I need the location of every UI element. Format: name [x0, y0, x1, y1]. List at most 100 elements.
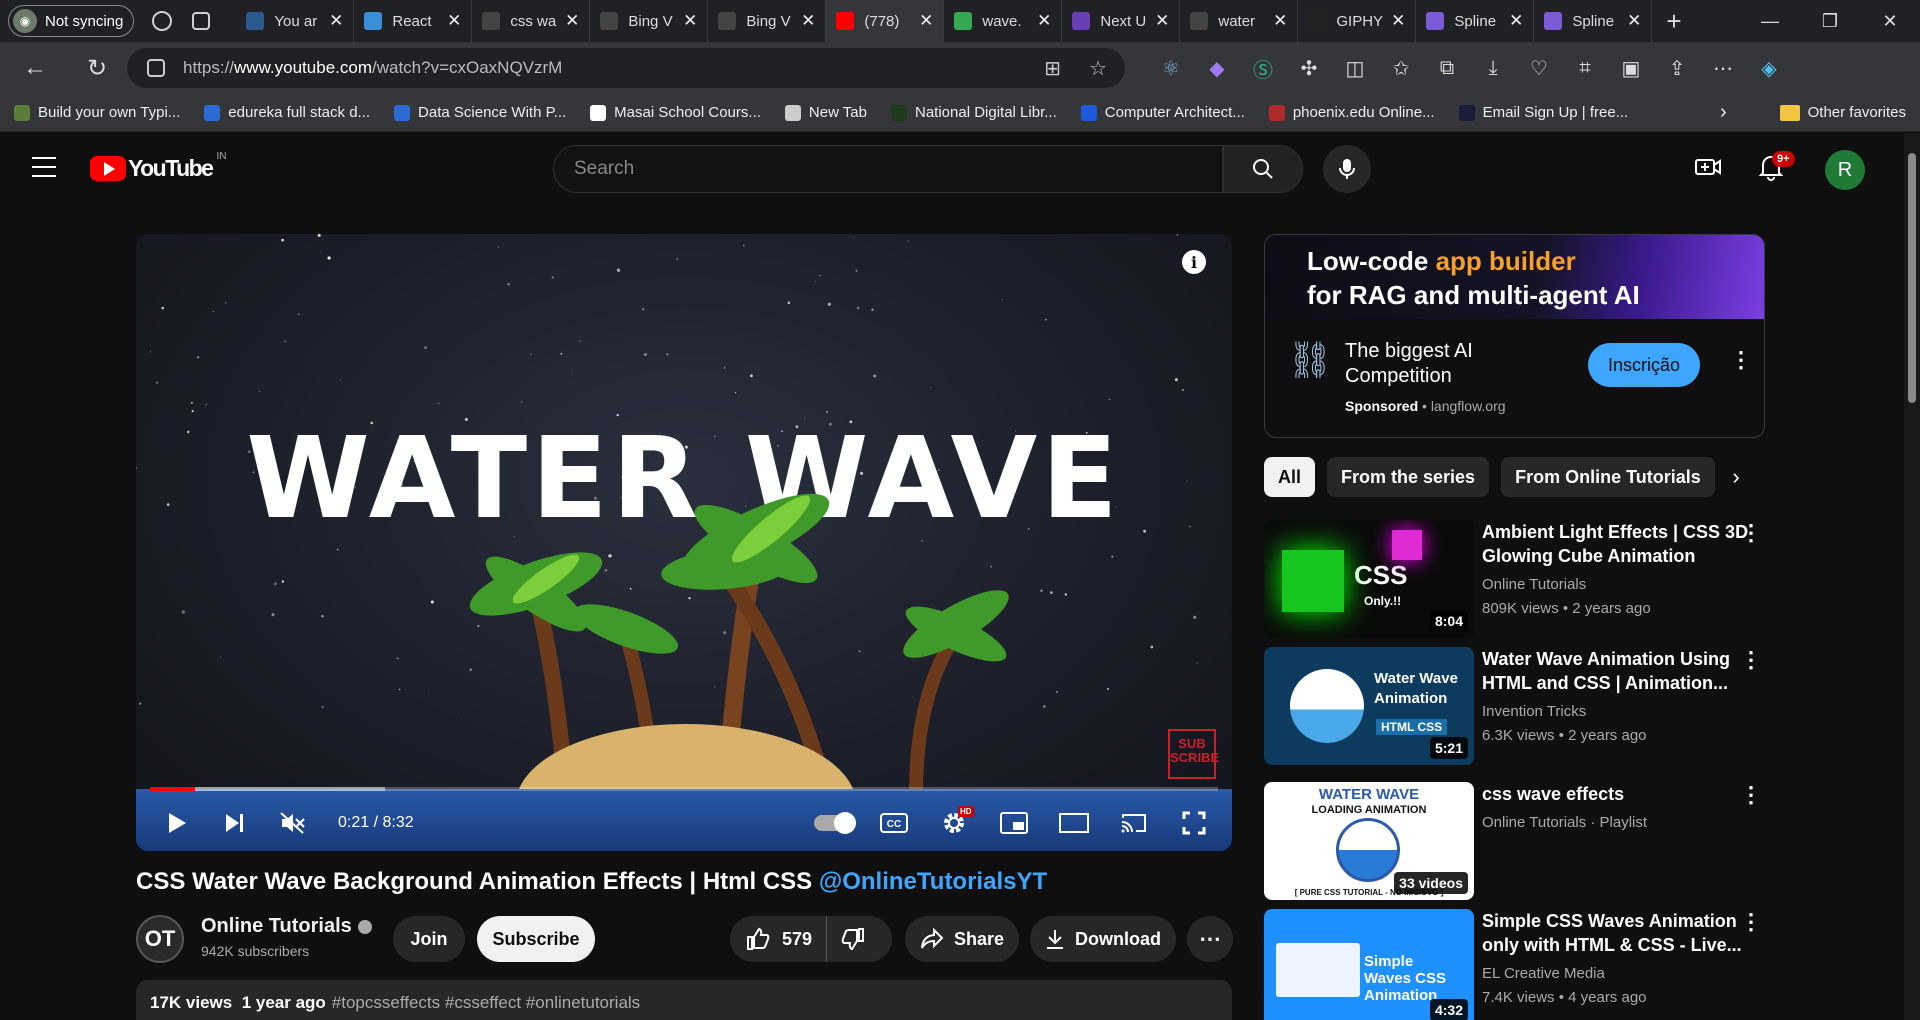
video-thumbnail[interactable]: Simple Waves CSS Animation 4:32	[1264, 909, 1474, 1020]
browser-tab[interactable]: water ✕	[1180, 0, 1299, 42]
close-tab-icon[interactable]: ✕	[1037, 11, 1051, 31]
related-video-title[interactable]: css wave effects	[1482, 782, 1752, 806]
filter-chip[interactable]: From Online Tutorials	[1501, 457, 1715, 497]
sidebar-icon[interactable]: ▣	[1608, 48, 1654, 88]
minimize-button[interactable]: —	[1740, 0, 1800, 42]
related-more-icon[interactable]: ⋮	[1740, 782, 1762, 808]
dislike-button[interactable]	[827, 927, 865, 951]
more-actions-button[interactable]: ⋯	[1187, 916, 1233, 962]
captions-button[interactable]: CC	[864, 796, 924, 850]
chips-next-chevron-icon[interactable]: ›	[1716, 457, 1756, 497]
page-scrollbar[interactable]	[1904, 133, 1920, 1020]
split-screen-icon[interactable]: ◫	[1332, 48, 1378, 88]
collections-icon[interactable]: ⧉	[1424, 48, 1470, 88]
fullscreen-button[interactable]	[1164, 796, 1224, 850]
mute-button[interactable]	[264, 796, 322, 850]
close-tab-icon[interactable]: ✕	[447, 11, 461, 31]
channel-name[interactable]: Online Tutorials	[201, 915, 372, 938]
favorite-link[interactable]: National Digital Libr...	[891, 104, 1057, 121]
youtube-logo[interactable]: YouTube IN	[90, 151, 226, 182]
channel-avatar[interactable]: OT	[136, 915, 184, 963]
other-favorites[interactable]: Other favorites	[1779, 104, 1906, 121]
cast-button[interactable]	[1104, 796, 1164, 850]
close-tab-icon[interactable]: ✕	[565, 11, 579, 31]
subscribe-button[interactable]: Subscribe	[477, 916, 595, 962]
scrollbar-thumb[interactable]	[1908, 153, 1916, 403]
share-icon[interactable]: ⇪	[1654, 48, 1700, 88]
settings-button[interactable]: HD	[924, 796, 984, 850]
video-thumbnail[interactable]: Water Wave Animation HTML CSS 5:21	[1264, 647, 1474, 765]
ad-cta-button[interactable]: Inscrição	[1588, 343, 1700, 387]
like-button[interactable]: 579	[730, 916, 828, 962]
close-tab-icon[interactable]: ✕	[683, 11, 697, 31]
theater-mode-button[interactable]	[1044, 796, 1104, 850]
related-video-channel[interactable]: Online Tutorials	[1482, 576, 1586, 593]
browser-tab[interactable]: Bing V ✕	[590, 0, 709, 42]
favorite-link[interactable]: edureka full stack d...	[204, 104, 370, 121]
related-video-title[interactable]: Water Wave Animation Using HTML and CSS …	[1482, 647, 1752, 696]
favorite-link[interactable]: phoenix.edu Online...	[1268, 104, 1435, 121]
info-icon[interactable]: i	[1182, 250, 1206, 274]
browser-tab[interactable]: Bing V ✕	[708, 0, 827, 42]
filter-chip[interactable]: All	[1264, 457, 1316, 497]
browser-tab[interactable]: GIPHY ✕	[1298, 0, 1417, 42]
hashtags[interactable]: #topcsseffects #csseffect #onlinetutoria…	[332, 993, 640, 1012]
search-button[interactable]	[1223, 145, 1303, 193]
favorites-icon[interactable]: ✩	[1378, 48, 1424, 88]
join-button[interactable]: Join	[393, 916, 465, 962]
favorite-star-icon[interactable]: ☆	[1089, 56, 1107, 81]
screenshot-icon[interactable]: ⌗	[1562, 48, 1608, 88]
video-thumbnail[interactable]: WATER WAVE LOADING ANIMATION[ PURE CSS TU…	[1264, 782, 1474, 900]
search-input[interactable]: Search	[553, 145, 1223, 193]
channel-handle-link[interactable]: @OnlineTutorialsYT	[819, 868, 1047, 895]
browser-tab[interactable]: Next U ✕	[1062, 0, 1181, 42]
related-more-icon[interactable]: ⋮	[1740, 520, 1762, 546]
extensions-icon[interactable]: ✣	[1286, 48, 1332, 88]
extension-s-icon[interactable]: Ⓢ	[1240, 48, 1286, 88]
video-player[interactable]: WATER WAVE SUB SCRIBE i 0:21 / 8:32 CC H…	[136, 234, 1232, 851]
ad-headline[interactable]: The biggest AI Competition	[1345, 339, 1565, 389]
extension-purple-icon[interactable]: ◆	[1194, 48, 1240, 88]
new-tab-button[interactable]: +	[1666, 6, 1681, 37]
voice-search-button[interactable]	[1323, 145, 1371, 193]
browser-tab[interactable]: Spline ✕	[1534, 0, 1653, 42]
favorite-link[interactable]: Masai School Cours...	[590, 104, 761, 121]
close-tab-icon[interactable]: ✕	[1627, 11, 1641, 31]
address-bar[interactable]: https://www.youtube.com/watch?v=cxOaxNQV…	[127, 48, 1125, 88]
related-video-item[interactable]: Water Wave Animation HTML CSS 5:21 Water Wa…	[1264, 647, 1794, 765]
favorite-link[interactable]: Data Science With P...	[394, 104, 566, 121]
share-button[interactable]: Share	[905, 916, 1019, 962]
hamburger-menu-icon[interactable]	[32, 157, 56, 177]
related-video-channel[interactable]: Online Tutorials · Playlist	[1482, 814, 1647, 831]
tab-actions-icon[interactable]	[192, 12, 211, 30]
related-video-item[interactable]: Simple Waves CSS Animation 4:32 Simple CSS…	[1264, 909, 1794, 1020]
browser-essentials-icon[interactable]: ♡	[1516, 48, 1562, 88]
subscribe-watermark[interactable]: SUB SCRIBE	[1168, 729, 1219, 779]
ad-banner[interactable]: Low-code app builder for RAG and multi-a…	[1265, 235, 1764, 319]
close-tab-icon[interactable]: ✕	[1509, 11, 1523, 31]
browser-tab[interactable]: css wa ✕	[472, 0, 591, 42]
next-button[interactable]	[206, 796, 264, 850]
progress-bar[interactable]	[150, 787, 1218, 791]
create-button[interactable]	[1694, 155, 1722, 184]
restore-button[interactable]: ❐	[1800, 0, 1860, 42]
close-tab-icon[interactable]: ✕	[801, 11, 815, 31]
browser-tab[interactable]: You ar ✕	[236, 0, 355, 42]
related-video-title[interactable]: Simple CSS Waves Animation only with HTM…	[1482, 909, 1752, 958]
favorite-link[interactable]: Email Sign Up | free...	[1458, 104, 1628, 121]
related-video-item[interactable]: WATER WAVE LOADING ANIMATION[ PURE CSS TU…	[1264, 782, 1794, 900]
close-tab-icon[interactable]: ✕	[1273, 11, 1287, 31]
browser-tab[interactable]: Spline ✕	[1416, 0, 1535, 42]
filter-chip[interactable]: From the series	[1327, 457, 1490, 497]
more-menu-icon[interactable]: ⋯	[1700, 48, 1746, 88]
ad-more-icon[interactable]: ⋮	[1730, 347, 1752, 373]
browser-tab[interactable]: (778) ✕	[826, 0, 945, 42]
play-button[interactable]	[148, 796, 206, 850]
sponsored-ad[interactable]: Low-code app builder for RAG and multi-a…	[1264, 234, 1765, 438]
autoplay-toggle[interactable]	[804, 796, 864, 850]
workspaces-icon[interactable]	[152, 11, 173, 31]
lock-icon[interactable]	[147, 59, 165, 77]
react-devtools-icon[interactable]: ⚛	[1148, 48, 1194, 88]
refresh-button[interactable]: ↻	[72, 48, 122, 88]
close-tab-icon[interactable]: ✕	[1155, 11, 1169, 31]
